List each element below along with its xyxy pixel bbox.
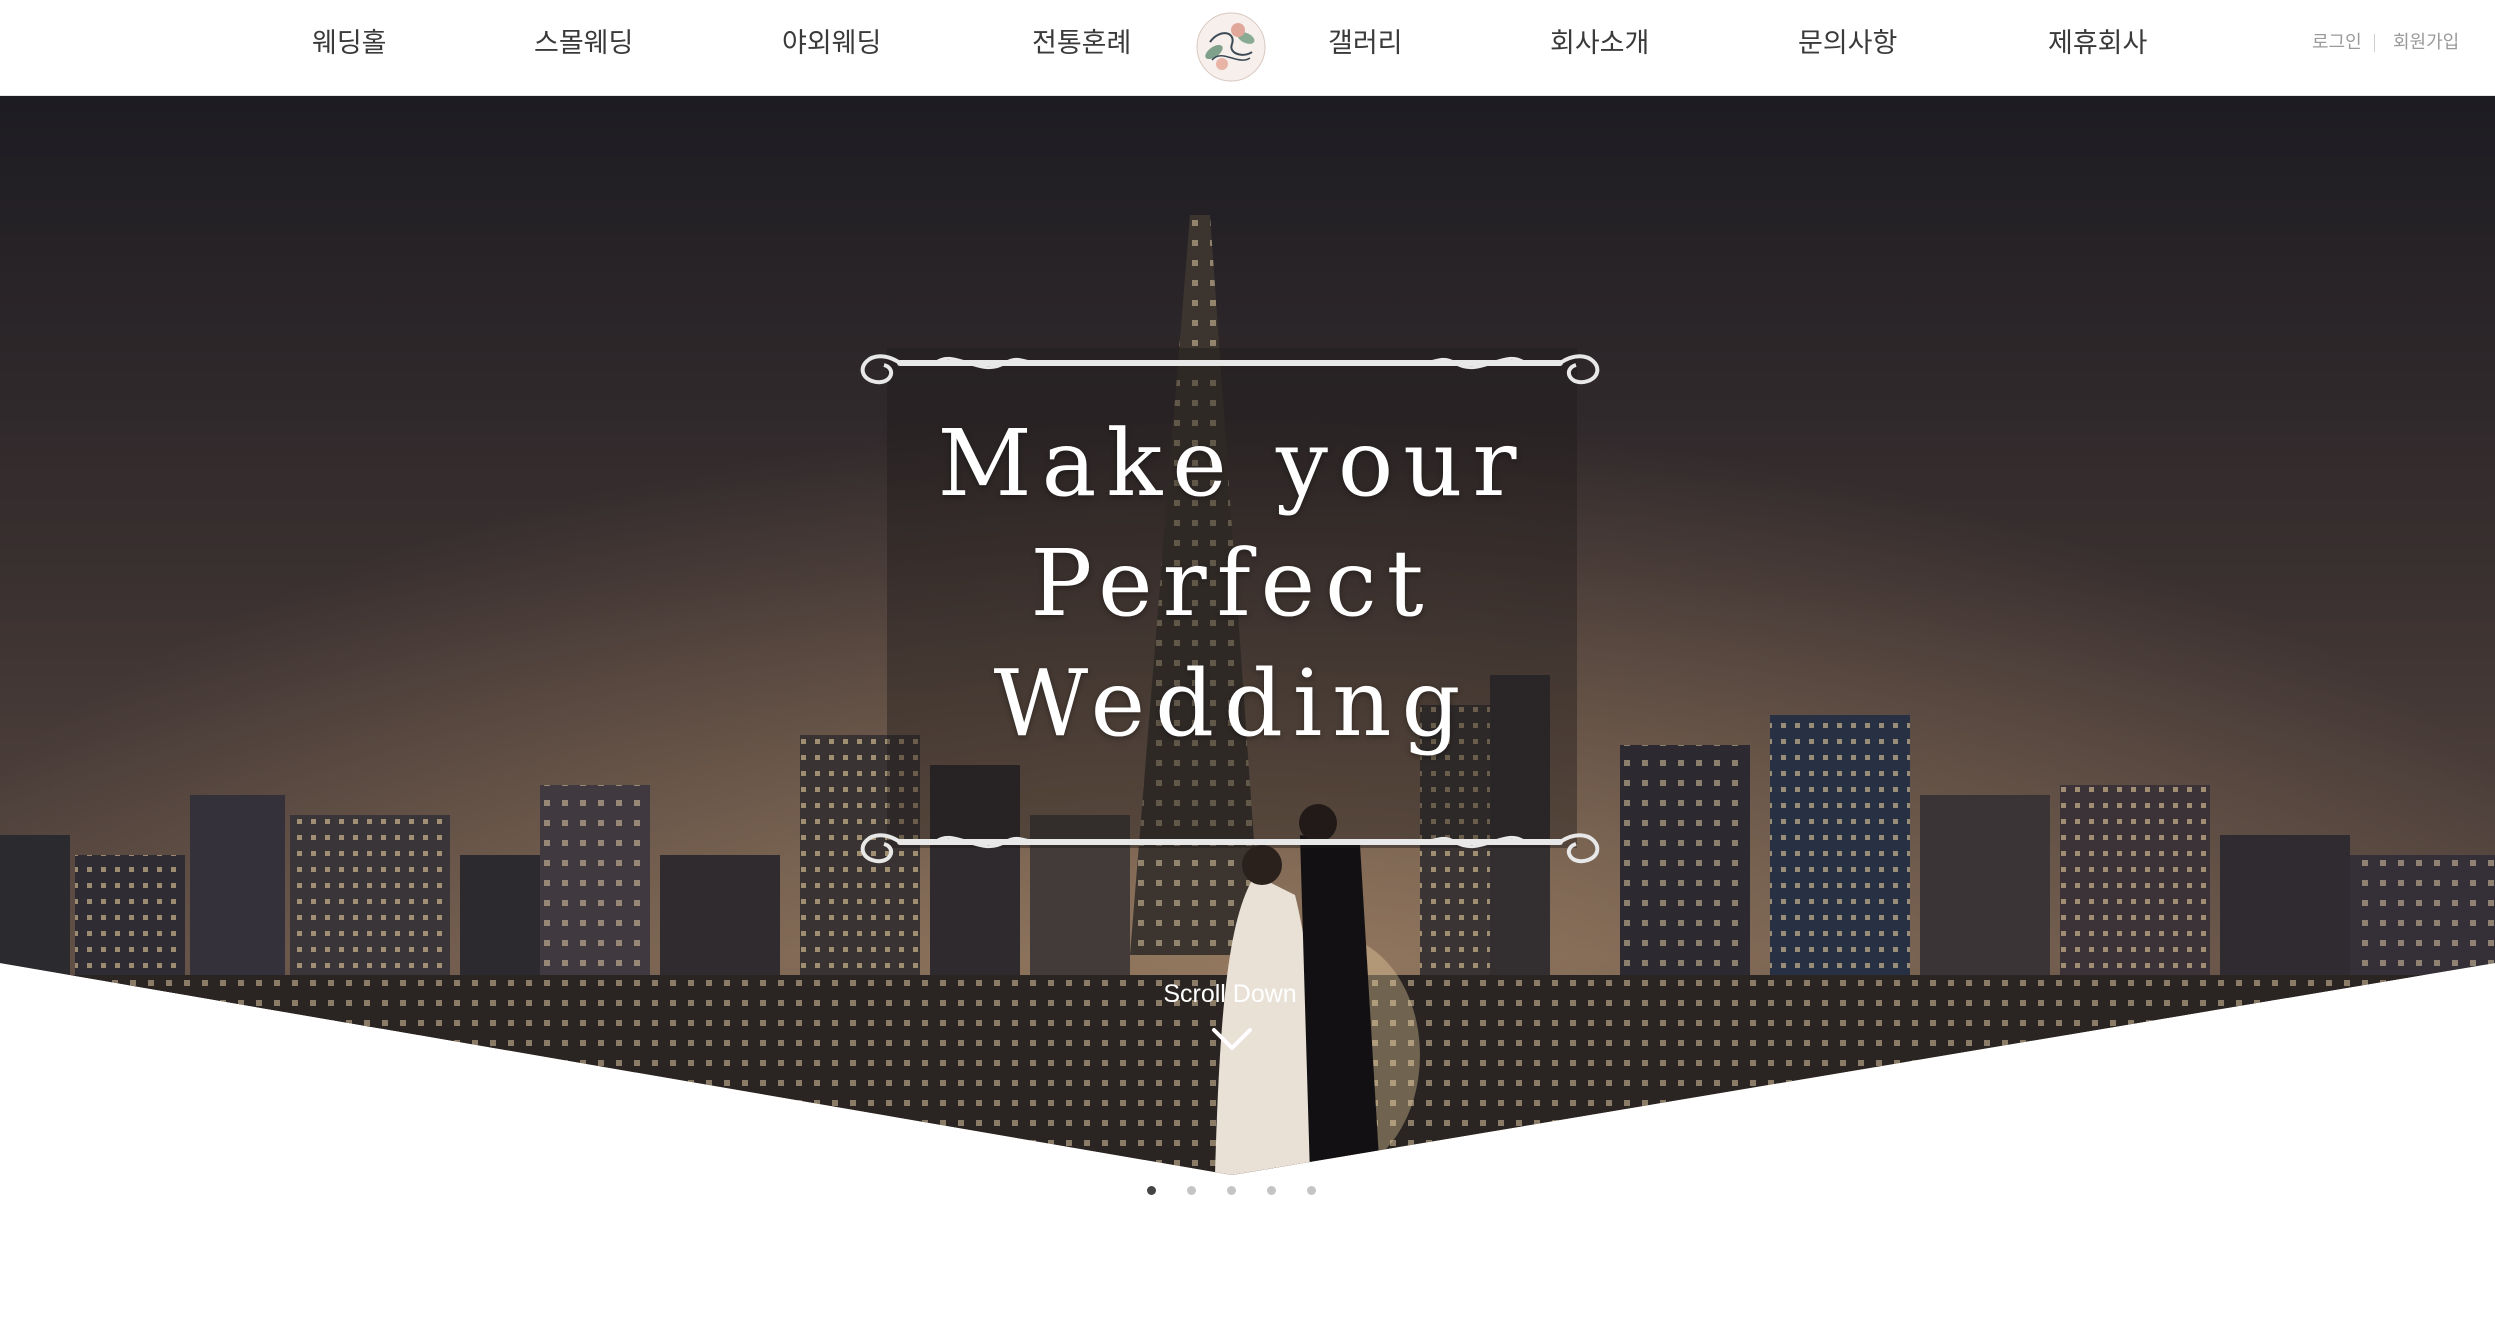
slider-dot-5[interactable] [1307, 1186, 1316, 1195]
slider-dot-2[interactable] [1187, 1186, 1196, 1195]
nav-item-wedding-hall[interactable]: 웨딩홀 [312, 22, 387, 66]
headline-line-3: Wedding [993, 650, 1471, 757]
auth-divider [2374, 34, 2375, 52]
login-link[interactable]: 로그인 [2312, 28, 2362, 58]
wedding-logo-icon[interactable] [1192, 8, 1270, 86]
slider-pagination [1140, 1184, 1330, 1198]
slider-dot-1[interactable] [1147, 1186, 1156, 1195]
signup-link[interactable]: 회원가입 [2393, 28, 2459, 58]
ornament-bottom-icon [860, 833, 1600, 864]
slider-dot-3[interactable] [1227, 1186, 1236, 1195]
nav-item-gallery[interactable]: 갤러리 [1328, 22, 1403, 66]
nav-item-outdoor-wedding[interactable]: 야외웨딩 [782, 22, 881, 66]
nav-item-traditional-wedding[interactable]: 전통혼례 [1032, 22, 1131, 66]
chevron-down-icon[interactable] [1210, 1024, 1254, 1054]
top-navigation: 웨딩홀 스몰웨딩 야외웨딩 전통혼례 갤러리 회사소개 문의사항 제휴회사 로그… [0, 0, 2495, 96]
nav-item-small-wedding[interactable]: 스몰웨딩 [534, 22, 633, 66]
ornament-top-icon [860, 354, 1600, 385]
scroll-down-label[interactable]: Scroll Down [1090, 980, 1370, 1009]
headline-line-1: Make your [937, 410, 1527, 517]
headline-line-2: Perfect [1030, 530, 1434, 637]
nav-item-partners[interactable]: 제휴회사 [2048, 22, 2147, 66]
slider-dot-4[interactable] [1267, 1186, 1276, 1195]
nav-item-company-intro[interactable]: 회사소개 [1550, 22, 1649, 66]
nav-item-inquiry[interactable]: 문의사항 [1798, 22, 1897, 66]
